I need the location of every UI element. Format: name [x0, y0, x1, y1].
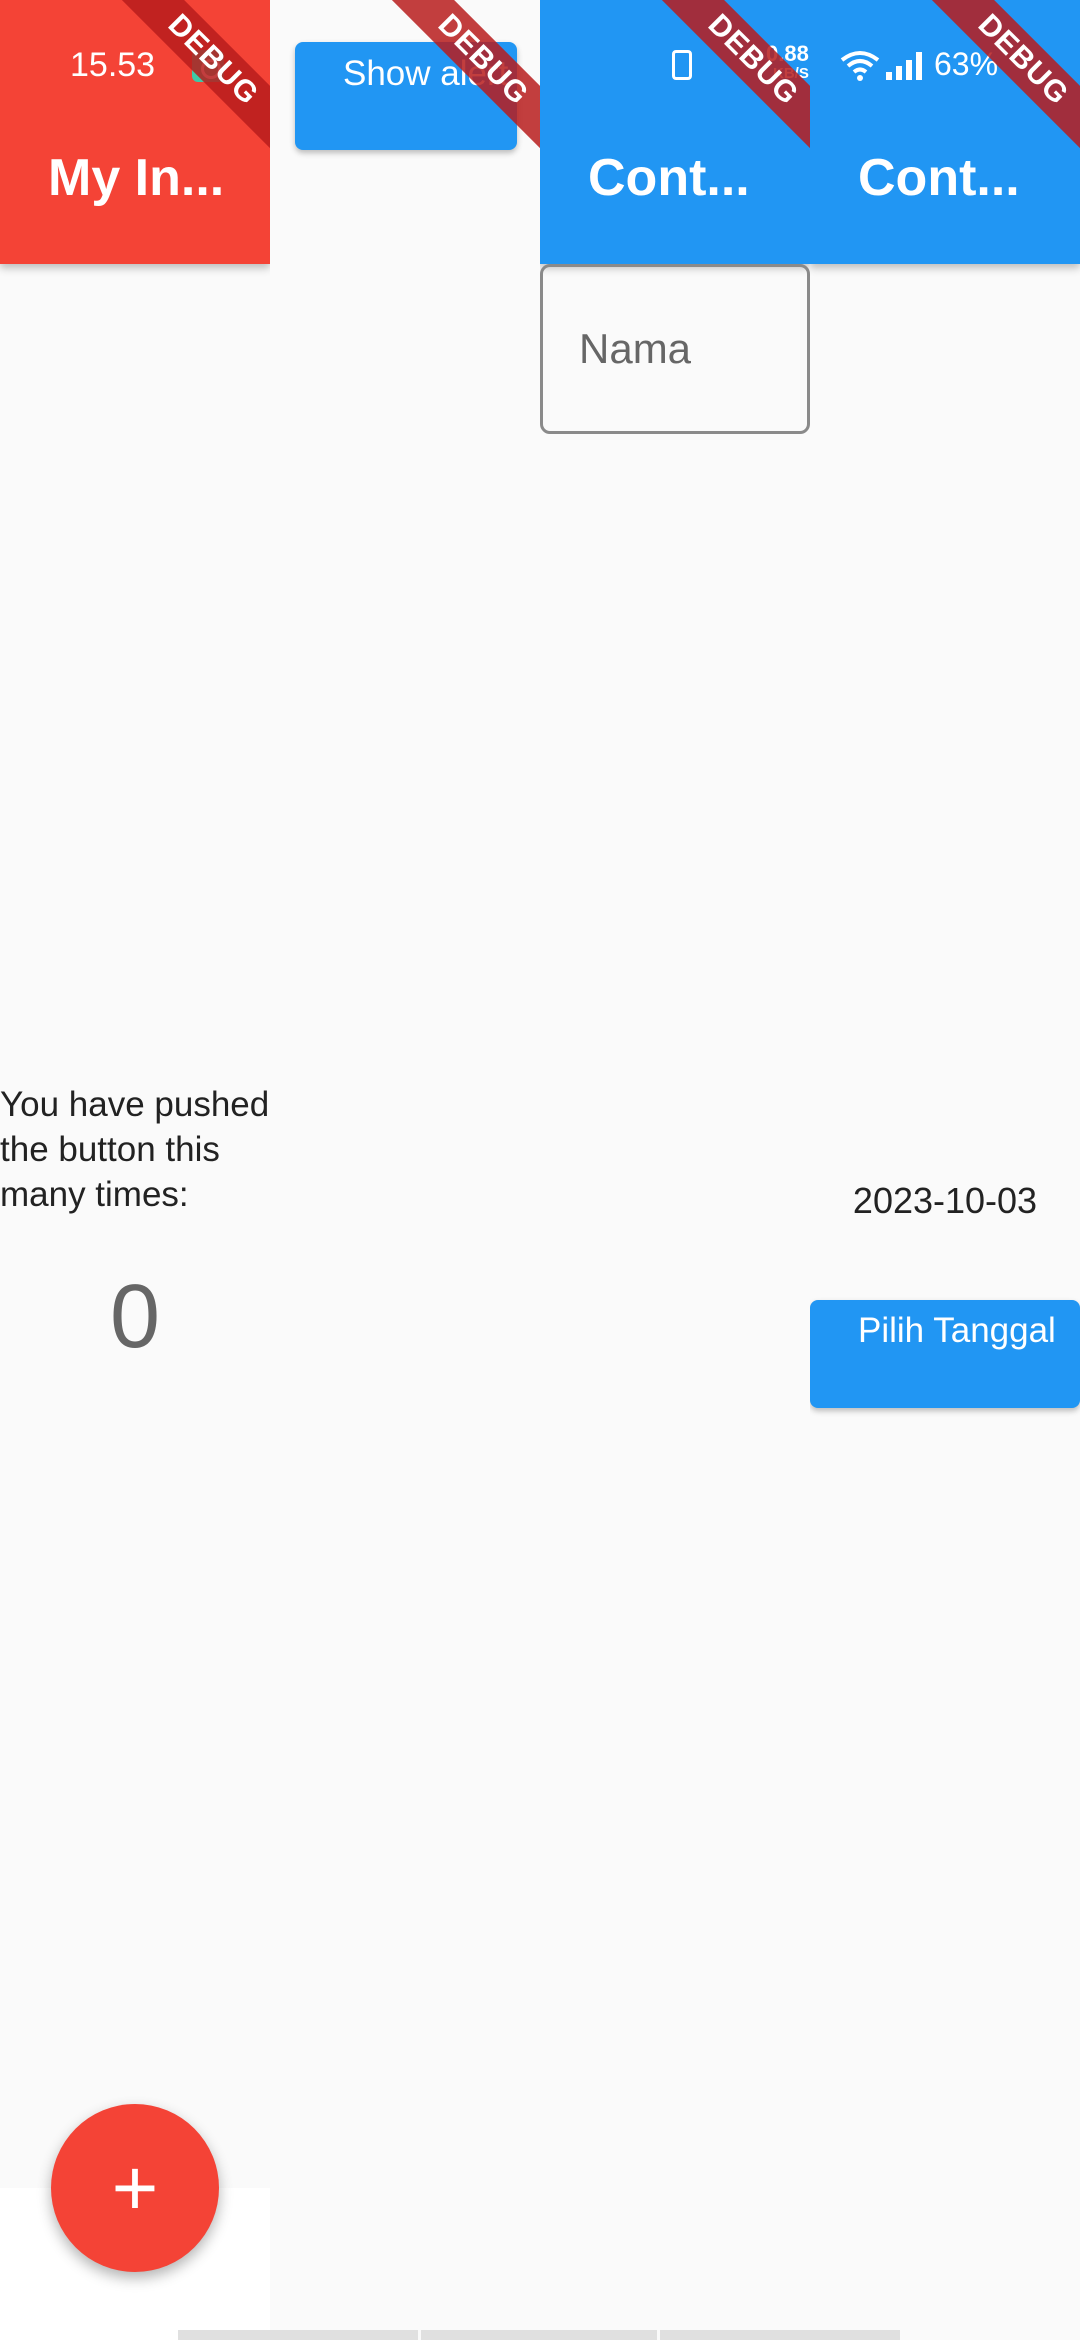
- name-field[interactable]: Nama: [540, 264, 810, 434]
- signal-icon: [886, 50, 922, 80]
- name-placeholder: Nama: [579, 325, 692, 372]
- wifi-icon: [840, 50, 880, 91]
- add-icon: +: [111, 2143, 159, 2232]
- counter-value: 0: [109, 1267, 161, 1367]
- pick-date-button[interactable]: Pilih Tanggal: [810, 1300, 1080, 1408]
- alert-screen: Show alert DEBUG: [270, 0, 540, 2340]
- app-bar-title: My In...: [48, 149, 225, 207]
- contact-form-screen: 0.88 KB/S Cont... DEBUG Nama: [540, 0, 810, 2340]
- app-bar: 15.53 My In... DEBUG: [0, 0, 270, 264]
- nav-handle: [660, 2330, 900, 2340]
- counter-screen: 15.53 My In... DEBUG You have pushed the…: [0, 0, 270, 2340]
- vibrate-icon: [672, 50, 692, 80]
- app-bar-title: Cont...: [588, 149, 750, 207]
- app-bar: 63% Cont... DEBUG: [810, 0, 1080, 264]
- date-picker-screen: 63% Cont... DEBUG 2023-10-03 Pilih Tangg…: [810, 0, 1080, 2340]
- nav-handle: [421, 2330, 657, 2340]
- status-time: 15.53: [70, 46, 156, 84]
- app-bar-title: Cont...: [858, 149, 1020, 207]
- app-bar: 0.88 KB/S Cont... DEBUG: [540, 0, 810, 264]
- nav-handle: [178, 2330, 418, 2340]
- selected-date: 2023-10-03: [852, 1180, 1038, 1221]
- increment-fab-button[interactable]: +: [51, 2104, 219, 2272]
- counter-description: You have pushed the button this many tim…: [0, 1085, 270, 1214]
